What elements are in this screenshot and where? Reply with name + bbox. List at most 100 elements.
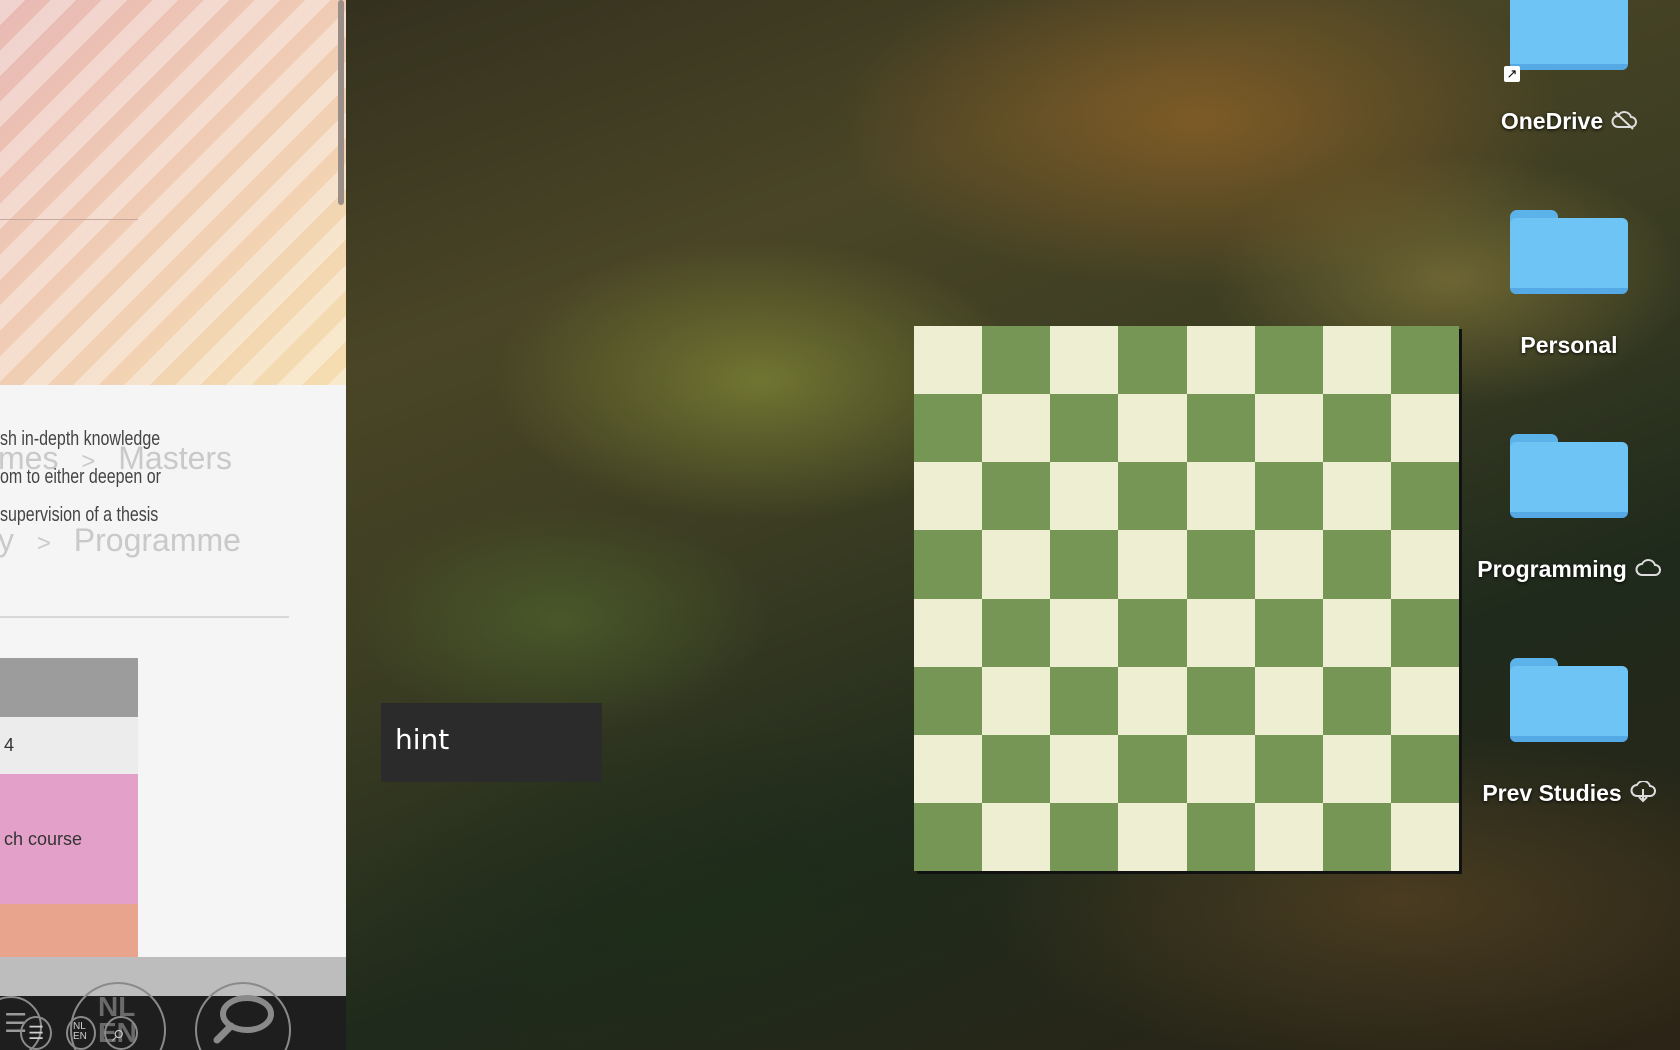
chess-square[interactable] [914, 530, 983, 599]
chess-square[interactable] [1118, 326, 1187, 395]
chess-square[interactable] [1050, 734, 1119, 803]
chess-square[interactable] [982, 802, 1051, 871]
chess-square[interactable] [1254, 326, 1323, 395]
chess-square[interactable] [1254, 394, 1323, 463]
cloud-icon [1635, 557, 1661, 584]
desktop-folder-label: Prev Studies [1474, 779, 1664, 809]
chess-square[interactable] [1050, 666, 1119, 735]
hint-button[interactable]: hint [381, 703, 602, 782]
chess-square[interactable] [1390, 802, 1459, 871]
cloud-off-icon [1611, 109, 1638, 136]
chess-square[interactable] [1322, 530, 1391, 599]
table-row [0, 904, 138, 957]
search-button-small[interactable]: ⌕ [104, 1016, 138, 1050]
chess-square[interactable] [982, 666, 1051, 735]
chess-square[interactable] [1322, 734, 1391, 803]
chess-square[interactable] [1322, 598, 1391, 667]
chess-square[interactable] [1390, 734, 1459, 803]
chess-square[interactable] [1118, 462, 1187, 531]
chess-square[interactable] [982, 734, 1051, 803]
table-row: ch course [0, 774, 138, 904]
chess-square[interactable] [1050, 598, 1119, 667]
desktop-folder-personal[interactable]: Personal [1474, 210, 1664, 359]
desktop-folder-onedrive[interactable]: ↗ OneDrive [1474, 0, 1664, 136]
chess-square[interactable] [1118, 666, 1187, 735]
desktop-folder-label: Personal [1474, 332, 1664, 359]
chess-square[interactable] [1322, 462, 1391, 531]
menu-icon-small: ☰ [28, 1023, 45, 1043]
chess-square[interactable] [1322, 666, 1391, 735]
chess-square[interactable] [1118, 734, 1187, 803]
desktop-folder-prev-studies[interactable]: Prev Studies [1474, 658, 1664, 809]
chess-square[interactable] [1390, 394, 1459, 463]
snippet-line-1: sh in-depth knowledge [0, 428, 161, 450]
bottom-toolbar: ☰ ☰ NL EN NL EN ⌕ [0, 982, 346, 1050]
search-button[interactable] [195, 982, 291, 1050]
chess-square[interactable] [1390, 666, 1459, 735]
chess-square[interactable] [914, 394, 983, 463]
folder-label-text: Personal [1520, 332, 1618, 358]
chess-square[interactable] [1050, 394, 1119, 463]
snippet-line-2: om to either deepen or [0, 466, 161, 488]
chess-square[interactable] [1050, 326, 1119, 395]
chess-square[interactable] [1322, 802, 1391, 871]
chess-square[interactable] [914, 734, 983, 803]
chess-square[interactable] [1254, 666, 1323, 735]
chess-square[interactable] [1390, 326, 1459, 395]
snippet-line-3: supervision of a thesis [0, 504, 159, 526]
folder-label-text: Programming [1477, 556, 1627, 582]
chess-square[interactable] [914, 666, 983, 735]
folder-label-text: Prev Studies [1482, 780, 1622, 806]
hero-banner [0, 0, 346, 385]
chess-square[interactable] [914, 598, 983, 667]
chess-square[interactable] [1254, 462, 1323, 531]
chess-square[interactable] [1118, 530, 1187, 599]
chess-square[interactable] [1254, 734, 1323, 803]
chess-square[interactable] [982, 326, 1051, 395]
scrollbar-thumb[interactable] [338, 0, 344, 205]
chess-square[interactable] [1186, 462, 1255, 531]
chess-square[interactable] [1050, 530, 1119, 599]
chess-square[interactable] [914, 462, 983, 531]
chess-square[interactable] [982, 462, 1051, 531]
chess-square[interactable] [1050, 802, 1119, 871]
chess-square[interactable] [914, 802, 983, 871]
chess-square[interactable] [1118, 394, 1187, 463]
breadcrumb-2-part-b[interactable]: Programme [74, 522, 241, 558]
desktop-folder-label: OneDrive [1474, 108, 1664, 136]
chess-square[interactable] [1254, 598, 1323, 667]
chess-square[interactable] [982, 530, 1051, 599]
chess-square[interactable] [1186, 802, 1255, 871]
chess-square[interactable] [1186, 598, 1255, 667]
content-divider [0, 616, 289, 618]
desktop-folder-programming[interactable]: Programming [1474, 434, 1664, 584]
chess-square[interactable] [914, 326, 983, 395]
chess-square[interactable] [1186, 666, 1255, 735]
chess-square[interactable] [1390, 598, 1459, 667]
chess-square[interactable] [1390, 530, 1459, 599]
chess-square[interactable] [1254, 530, 1323, 599]
chess-square[interactable] [1186, 734, 1255, 803]
folder-icon [1510, 658, 1628, 742]
folder-icon [1510, 210, 1628, 294]
chess-square[interactable] [1186, 530, 1255, 599]
chess-square[interactable] [982, 598, 1051, 667]
table-row [0, 658, 138, 717]
chess-square[interactable] [1118, 598, 1187, 667]
chess-square[interactable] [1254, 802, 1323, 871]
chess-square[interactable] [1322, 326, 1391, 395]
chess-square[interactable] [1118, 802, 1187, 871]
chessboard[interactable] [914, 326, 1459, 871]
chess-square[interactable] [1390, 462, 1459, 531]
browser-window: mes > Masters y > Programme sh in-depth … [0, 0, 346, 1050]
chess-square[interactable] [982, 394, 1051, 463]
menu-button-small[interactable]: ☰ [20, 1016, 52, 1050]
chess-square[interactable] [1322, 394, 1391, 463]
desktop-folder-label: Programming [1474, 556, 1664, 584]
breadcrumb-2-part-a[interactable]: y [0, 522, 14, 558]
breadcrumb-2: y > Programme [0, 522, 241, 559]
chess-square[interactable] [1186, 394, 1255, 463]
chess-square[interactable] [1186, 326, 1255, 395]
chess-square[interactable] [1050, 462, 1119, 531]
folder-icon [1510, 434, 1628, 518]
